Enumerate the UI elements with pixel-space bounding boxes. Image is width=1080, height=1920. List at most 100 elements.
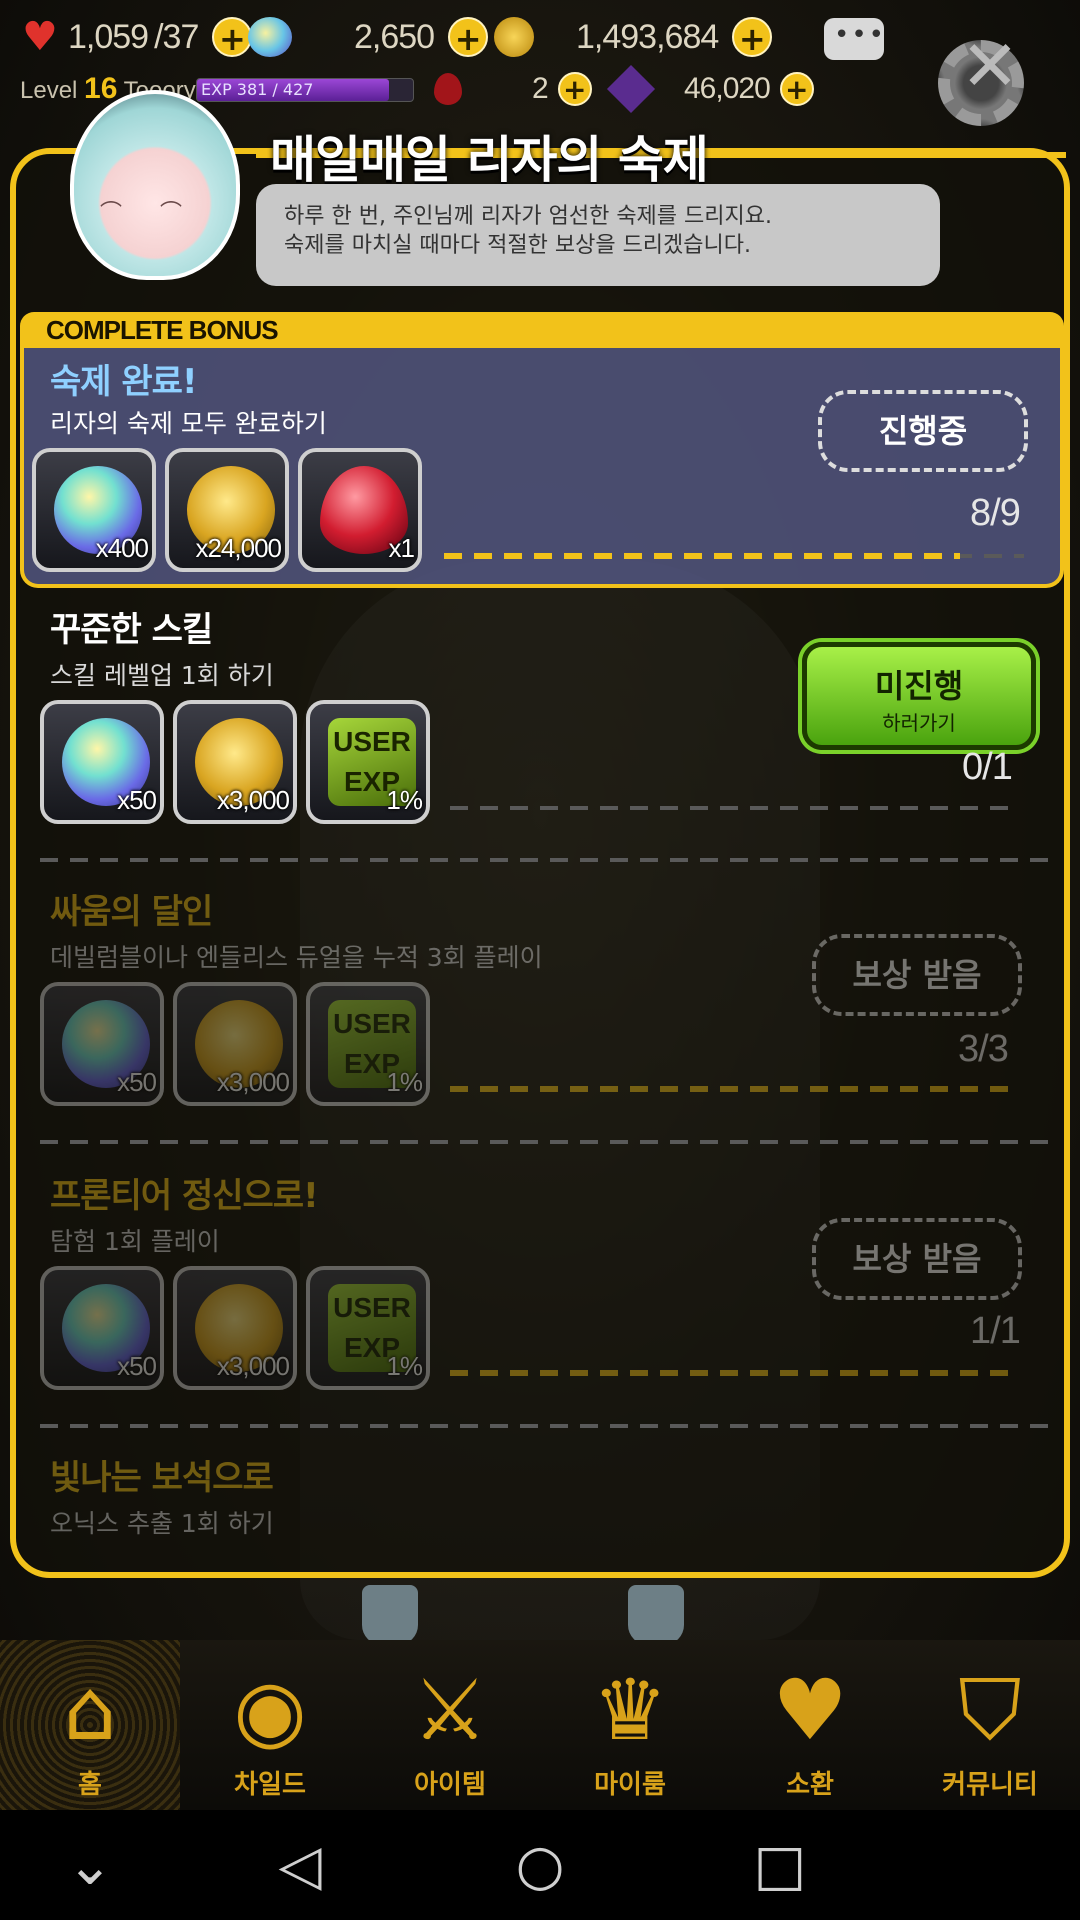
gems-resource: 2,650 + [248,14,489,60]
quest-title: 프론티어 정신으로! [50,1176,319,1216]
reward-qty: x1 [388,533,415,563]
ruby-icon [434,73,462,105]
progress-text: 1/1 [970,1310,1021,1352]
reward-qty: x50 [117,1351,157,1381]
quest-desc: 리자의 숙제 모두 완료하기 [50,409,327,438]
reward-slot[interactable]: x3,000 [173,700,297,824]
add-hearts-button[interactable]: + [212,17,253,58]
reward-slot[interactable]: x24,000 [165,448,289,572]
nav-child[interactable]: ◉ 차일드 [180,1640,360,1810]
back-triangle-icon[interactable]: ◁ [268,1834,332,1898]
gold-value: 1,493,684 [576,17,719,56]
system-navigation-bar: ⌄ ◁ ○ □ [0,1810,1080,1920]
summon-potion-icon: ♥ [772,1661,848,1759]
nav-myroom[interactable]: ♛ 마이룸 [540,1640,720,1810]
gold-resource: 1,493,684 + [494,14,773,60]
level-value: 16 [84,72,118,105]
crystals-resource: 46,020 + [606,64,814,114]
button-label: 미진행 [874,667,964,705]
reward-qty: 1% [386,785,423,815]
reward-slot[interactable]: x3,000 [173,1266,297,1390]
add-gems-button[interactable]: + [448,17,489,58]
reward-received-status: 보상 받음 [812,1218,1022,1300]
level-prefix: Level [20,77,78,104]
progress-fill [450,1370,1010,1376]
reward-slot[interactable]: x400 [32,448,156,572]
speech-bubble: 하루 한 번, 주인님께 리자가 엄선한 숙제를 드리지요. 숙제를 마치실 때… [256,184,940,286]
community-shield-icon: ⛉ [958,1661,1022,1759]
nav-label: 차일드 [234,1770,306,1800]
reward-qty: x400 [95,533,149,563]
recents-square-icon[interactable]: □ [748,1834,812,1898]
nav-item[interactable]: ⚔ 아이템 [360,1640,540,1810]
myroom-crown-icon: ♛ [592,1661,668,1759]
reward-qty: 1% [386,1351,423,1381]
nav-home[interactable]: ⌂ 홈 [0,1640,180,1810]
hearts-value: 1,059 [68,17,149,56]
chat-bubble-icon[interactable] [824,18,886,60]
section-divider [40,858,1050,862]
crystals-value: 46,020 [684,72,771,105]
exp-text: EXP 381 / 427 [201,80,314,99]
button-sublabel: 하러가기 [882,711,956,735]
hearts-max: /37 [154,17,199,56]
reward-qty: x24,000 [195,533,282,563]
reward-slot[interactable]: x3,000 [173,982,297,1106]
reward-qty: x3,000 [216,1067,290,1097]
item-sword-icon: ⚔ [412,1661,488,1759]
quest-title: 꾸준한 스킬 [50,610,213,650]
speech-line: 숙제를 마치실 때마다 적절한 보상을 드리겠습니다. [284,233,752,258]
exp-bar: EXP 381 / 427 [196,78,414,102]
reward-qty: 1% [386,1067,423,1097]
avatar-closed-eyes: ⌒⌒ [100,195,210,226]
home-circle-icon[interactable]: ○ [508,1834,572,1898]
progress-text: 8/9 [970,492,1021,534]
complete-bonus-header: COMPLETE BONUS [20,312,1064,348]
in-progress-status: 진행중 [818,390,1028,472]
progress-text: 0/1 [962,746,1013,788]
reward-slot[interactable]: x50 [40,700,164,824]
quest-title: 빛나는 보석으로 [50,1458,274,1498]
speech-line: 하루 한 번, 주인님께 리자가 엄선한 숙제를 드리지요. [284,204,772,229]
reward-slot[interactable]: USER EXP 1% [306,700,430,824]
reward-received-status: 보상 받음 [812,934,1022,1016]
nav-label: 마이룸 [594,1770,666,1800]
add-crystals-button[interactable]: + [779,72,814,106]
reward-slot[interactable]: x1 [298,448,422,572]
reward-slot[interactable]: USER EXP 1% [306,982,430,1106]
progress-track [450,806,1010,810]
add-rubies-button[interactable]: + [557,72,592,106]
gem-icon [248,17,292,57]
quest-desc: 데빌럼블이나 엔들리스 듀얼을 누적 3회 플레이 [50,943,543,972]
heart-icon: ♥ [22,14,58,60]
nav-label: 아이템 [414,1770,486,1800]
rubies-resource: 2 + [434,66,592,112]
quest-desc: 탐험 1회 플레이 [50,1227,220,1256]
nav-summon[interactable]: ♥ 소환 [720,1640,900,1810]
reward-qty: x3,000 [216,785,290,815]
close-icon[interactable]: ✕ [960,31,1020,101]
bottom-navigation: ⌂ 홈 ◉ 차일드 ⚔ 아이템 ♛ 마이룸 ♥ 소환 ⛉ 커뮤니티 [0,1640,1080,1810]
quest-desc: 스킬 레벨업 1회 하기 [50,661,274,690]
gold-coin-icon [494,17,534,57]
reward-slot[interactable]: USER EXP 1% [306,1266,430,1390]
reward-slot[interactable]: x50 [40,1266,164,1390]
progress-fill [450,1086,1010,1092]
chevron-down-icon[interactable]: ⌄ [58,1834,122,1898]
go-do-quest-button[interactable]: 미진행 하러가기 [802,642,1036,750]
hearts-resource: ♥ 1,059 /37 + [22,14,253,60]
nav-label: 커뮤니티 [942,1770,1038,1800]
section-divider [40,1424,1050,1428]
quest-title: 싸움의 달인 [50,892,213,932]
add-gold-button[interactable]: + [732,17,773,58]
nav-community[interactable]: ⛉ 커뮤니티 [900,1640,1080,1810]
quest-desc: 오닉스 추출 1회 하기 [50,1509,274,1538]
nav-label: 소환 [786,1770,834,1800]
reward-slot[interactable]: x50 [40,982,164,1106]
reward-qty: x50 [117,1067,157,1097]
crystal-icon [606,64,656,114]
modal-title: 매일매일 리자의 숙제 [270,131,709,189]
section-divider [40,1140,1050,1144]
progress-fill [444,553,960,559]
rubies-value: 2 [532,72,549,105]
